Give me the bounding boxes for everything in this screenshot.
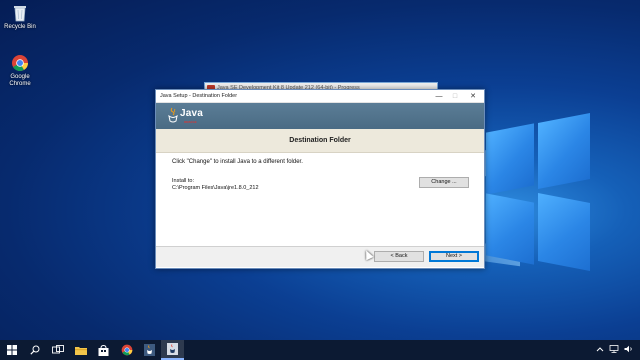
change-button[interactable]: Change ... bbox=[419, 177, 469, 188]
java-installer-taskbar-button[interactable] bbox=[161, 340, 184, 360]
chrome-taskbar-button[interactable] bbox=[115, 340, 138, 360]
install-path: C:\Program Files\Java\jre1.8.0_212 bbox=[172, 185, 259, 191]
start-button[interactable] bbox=[0, 340, 23, 360]
store-icon bbox=[98, 344, 109, 356]
oracle-logo-text: ORACLE bbox=[184, 120, 197, 124]
desktop-icon-chrome[interactable]: Google Chrome bbox=[0, 54, 40, 88]
network-icon[interactable] bbox=[609, 345, 619, 353]
chevron-up-icon[interactable] bbox=[596, 346, 604, 352]
java-logo-text: Java bbox=[180, 108, 204, 119]
search-icon bbox=[29, 345, 39, 355]
close-button[interactable]: ✕ bbox=[466, 91, 480, 102]
volume-icon[interactable] bbox=[624, 345, 634, 353]
windows-logo-wallpaper bbox=[486, 98, 590, 288]
window-title: Java Setup - Destination Folder bbox=[160, 93, 238, 99]
windows-start-icon bbox=[6, 345, 17, 355]
java-setup-icon bbox=[144, 344, 155, 356]
system-tray bbox=[596, 345, 634, 353]
maximize-button: □ bbox=[452, 93, 458, 100]
file-explorer-icon bbox=[74, 347, 87, 355]
desktop-icon-recycle-bin[interactable]: Recycle Bin bbox=[0, 4, 40, 31]
instruction-text: Click "Change" to install Java to a diff… bbox=[172, 159, 303, 165]
desktop: Recycle Bin Google Chrome Java SE Develo… bbox=[0, 0, 640, 340]
install-to-label: Install to: bbox=[172, 178, 195, 184]
recycle-bin-icon bbox=[14, 6, 26, 22]
java-banner: Java ORACLE bbox=[156, 103, 484, 129]
content-area: Click "Change" to install Java to a diff… bbox=[156, 153, 484, 247]
chrome-icon bbox=[121, 344, 132, 356]
title-bar[interactable]: Java Setup - Destination Folder — □ ✕ bbox=[156, 90, 484, 103]
java-cup-icon bbox=[168, 107, 178, 123]
file-explorer-button[interactable] bbox=[69, 340, 92, 360]
page-header: Destination Folder bbox=[156, 129, 484, 153]
back-button[interactable]: < Back bbox=[374, 251, 424, 262]
taskbar bbox=[0, 340, 640, 360]
java-installer-icon bbox=[167, 343, 178, 355]
java-setup-taskbar-button[interactable] bbox=[138, 340, 161, 360]
search-button[interactable] bbox=[23, 340, 46, 360]
minimize-button[interactable]: — bbox=[432, 91, 446, 102]
page-title: Destination Folder bbox=[289, 137, 351, 144]
button-bar: < Back Next > bbox=[156, 247, 484, 267]
store-button[interactable] bbox=[92, 340, 115, 360]
task-view-icon bbox=[51, 345, 64, 354]
desktop-icon-label: Google Chrome bbox=[9, 74, 31, 87]
desktop-icon-label: Recycle Bin bbox=[4, 24, 36, 30]
task-view-button[interactable] bbox=[46, 340, 69, 360]
next-button[interactable]: Next > bbox=[429, 251, 479, 262]
chrome-icon bbox=[12, 55, 28, 71]
java-setup-window[interactable]: Java Setup - Destination Folder — □ ✕ Ja… bbox=[155, 89, 485, 269]
